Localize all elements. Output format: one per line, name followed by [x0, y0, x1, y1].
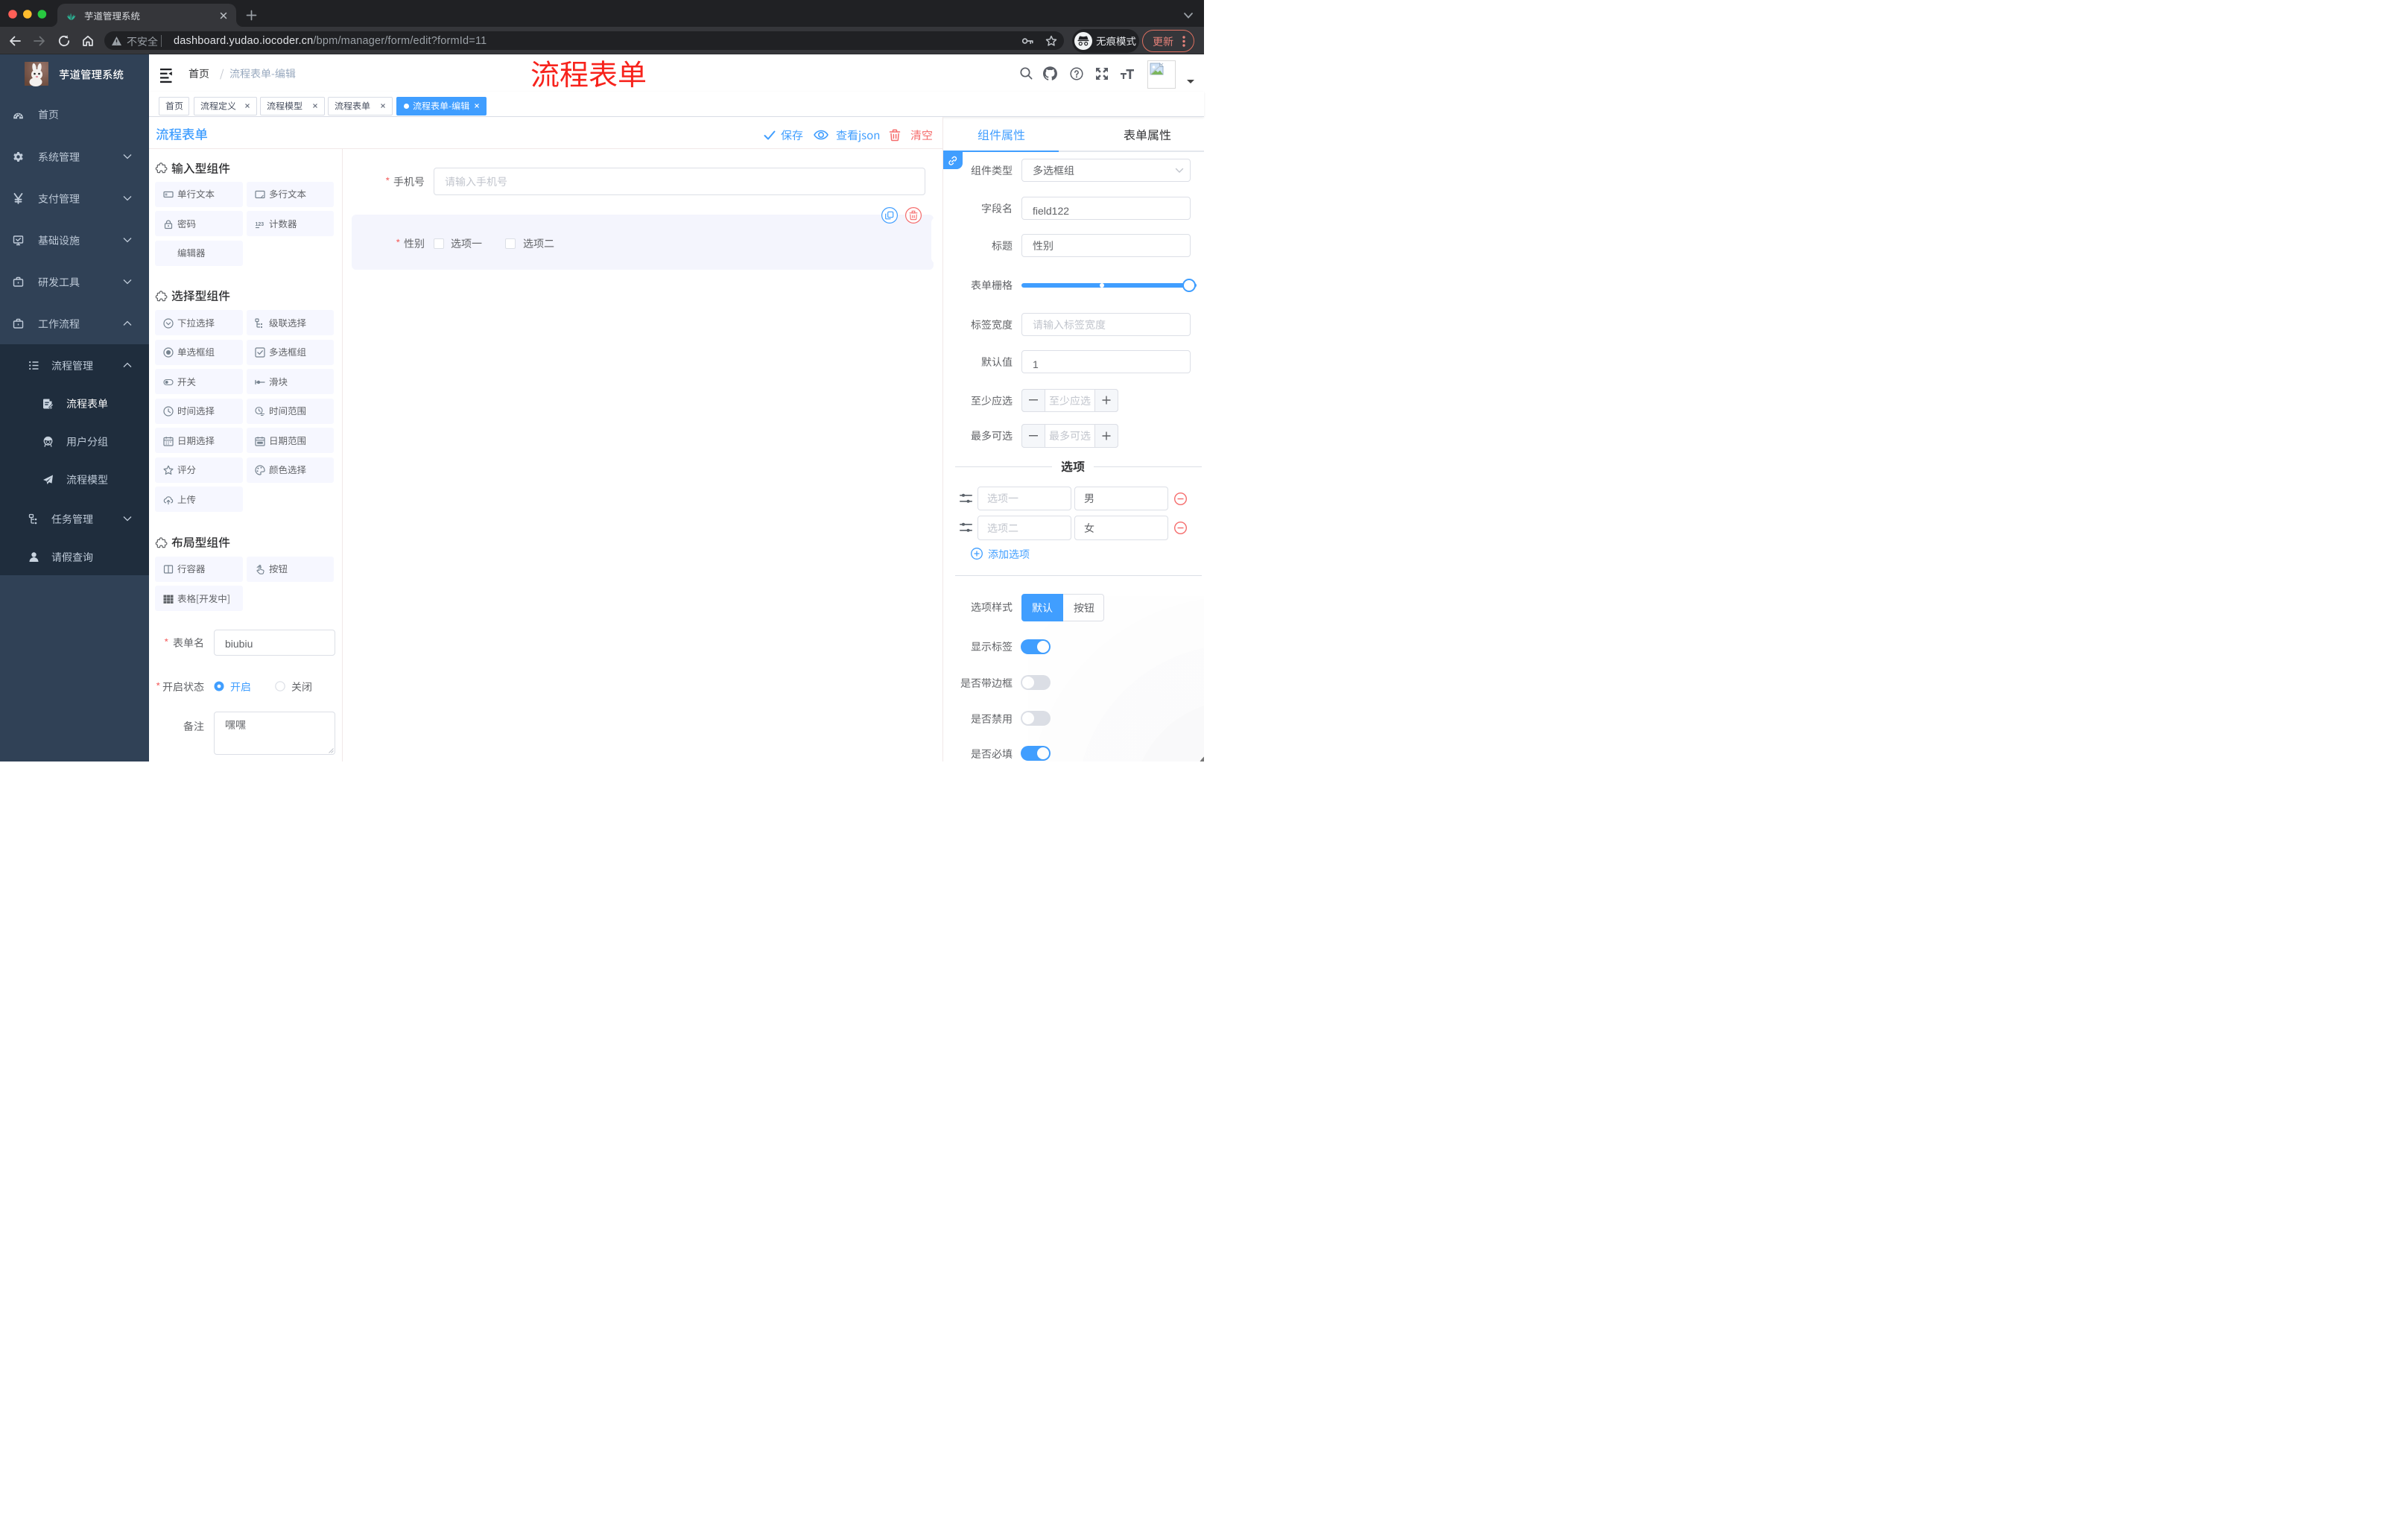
svg-text:123: 123 [255, 222, 264, 227]
